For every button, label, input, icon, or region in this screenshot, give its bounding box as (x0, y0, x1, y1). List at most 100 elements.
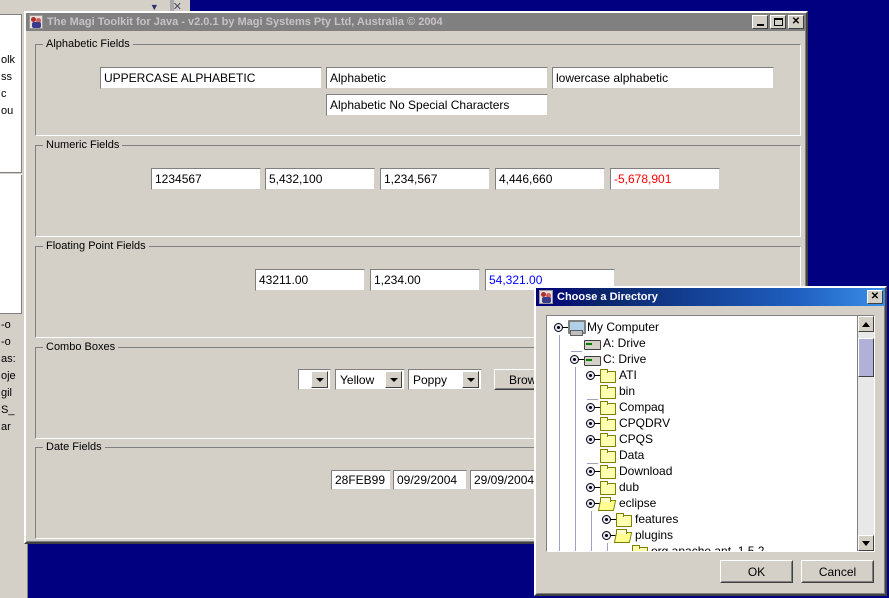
combo-flower-value: Poppy (413, 373, 462, 387)
tree-expand-handle-icon[interactable] (583, 479, 599, 495)
combo-flower[interactable]: Poppy (408, 369, 482, 390)
clipped-line: gil (1, 385, 22, 402)
group-numeric-fields: Numeric Fields 1234567 5,432,100 1,234,5… (35, 145, 801, 237)
numeric-grouped-field-2[interactable]: 1,234,567 (380, 168, 490, 190)
tree-node[interactable]: My Computer (551, 319, 663, 335)
tree-collapse-handle-icon[interactable] (599, 527, 615, 543)
tree-node[interactable]: Compaq (583, 399, 668, 415)
tree-node-label: bin (619, 384, 639, 398)
drive-icon (583, 336, 600, 350)
combo-empty[interactable] (298, 369, 331, 390)
background-window-lower: -o-oas:ojegilS_ar (0, 316, 22, 598)
numeric-grouped-field[interactable]: 5,432,100 (265, 168, 375, 190)
tree-node[interactable]: Data (583, 447, 648, 463)
tree-node-label: eclipse (619, 496, 660, 510)
tree-expand-handle-icon[interactable] (599, 511, 615, 527)
folder-open-icon (599, 496, 616, 510)
tree-node[interactable]: A: Drive (567, 335, 650, 351)
tree-node[interactable]: org.apache.ant_1.5.2 (615, 543, 768, 551)
tree-node-label: plugins (635, 528, 677, 542)
float-grouped-field[interactable]: 1,234.00 (370, 269, 480, 291)
group-label-numeric: Numeric Fields (43, 139, 122, 151)
dialog-titlebar[interactable]: Choose a Directory ✕ (536, 288, 885, 306)
tree-node[interactable]: bin (583, 383, 639, 399)
tree-node-label: dub (619, 480, 643, 494)
float-plain-field[interactable]: 43211.00 (255, 269, 365, 291)
clipped-line: S_ (1, 402, 22, 419)
tree-node[interactable]: features (599, 511, 682, 527)
tree-node-label: A: Drive (603, 336, 650, 350)
tree-node[interactable]: CPQS (583, 431, 657, 447)
alphabetic-field[interactable]: Alphabetic (326, 67, 548, 89)
tree-node[interactable]: dub (583, 479, 643, 495)
date-ddmmyyyy-field[interactable]: 29/09/2004 (470, 470, 544, 490)
tree-expand-handle-icon[interactable] (583, 463, 599, 479)
tree-node[interactable]: ATI (583, 367, 641, 383)
alphabetic-no-special-field[interactable]: Alphabetic No Special Characters (326, 94, 548, 116)
dialog-button-bar: OK Cancel (720, 560, 874, 583)
tree-node-label: ATI (619, 368, 641, 382)
group-label-floating: Floating Point Fields (43, 240, 149, 252)
tree-node[interactable]: Download (583, 463, 676, 479)
clipped-line: as: (1, 351, 22, 368)
group-label-combo: Combo Boxes (43, 341, 118, 353)
folder-icon (599, 416, 616, 430)
directory-tree[interactable]: My ComputerA: DriveC: DriveATIbinCompaqC… (547, 316, 857, 551)
clipped-line: c (1, 86, 22, 103)
numeric-grouped-field-3[interactable]: 4,446,660 (495, 168, 605, 190)
tree-vertical-scrollbar[interactable] (857, 316, 874, 551)
folder-icon (599, 464, 616, 478)
folder-icon (615, 512, 632, 526)
minimize-button[interactable] (752, 15, 768, 29)
tree-collapse-handle-icon[interactable] (583, 495, 599, 511)
lowercase-alphabetic-field[interactable]: lowercase alphabetic (552, 67, 774, 89)
tree-node-label: C: Drive (603, 352, 650, 366)
main-window-title: The Magi Toolkit for Java - v2.0.1 by Ma… (47, 16, 752, 28)
chevron-down-icon[interactable] (311, 371, 328, 388)
tree-node[interactable]: plugins (599, 527, 677, 543)
close-button[interactable]: ✕ (867, 290, 883, 304)
folder-icon (599, 448, 616, 462)
tree-node-label: CPQS (619, 432, 657, 446)
magi-app-icon (29, 15, 43, 29)
dialog-title: Choose a Directory (557, 291, 867, 303)
date-ddmmmyy-field[interactable]: 28FEB99 (331, 470, 391, 490)
tree-node-label: Compaq (619, 400, 668, 414)
date-mmddyyyy-field[interactable]: 09/29/2004 (393, 470, 467, 490)
scrollbar-track[interactable] (858, 332, 874, 535)
main-window-titlebar[interactable]: The Magi Toolkit for Java - v2.0.1 by Ma… (26, 13, 806, 31)
close-button[interactable]: ✕ (788, 15, 804, 29)
scroll-down-arrow[interactable] (858, 535, 874, 551)
cancel-button[interactable]: Cancel (801, 560, 874, 583)
ok-button[interactable]: OK (720, 560, 793, 583)
folder-icon (599, 400, 616, 414)
tree-expand-handle-icon[interactable] (583, 415, 599, 431)
combo-color-value: Yellow (340, 373, 385, 387)
uppercase-alphabetic-field[interactable]: UPPERCASE ALPHABETIC (100, 67, 322, 89)
maximize-button[interactable] (770, 15, 786, 29)
folder-icon (599, 384, 616, 398)
tree-expand-handle-icon[interactable] (583, 399, 599, 415)
clipped-line: -o (1, 334, 22, 351)
tree-connector-line (591, 511, 592, 551)
scrollbar-thumb[interactable] (858, 338, 874, 377)
tree-node[interactable]: C: Drive (567, 351, 650, 367)
folder-open-icon (615, 528, 632, 542)
chevron-down-icon[interactable] (385, 371, 402, 388)
tree-expand-handle-icon[interactable] (583, 431, 599, 447)
background-window-clipped-text: olk ss c ou (1, 52, 22, 120)
combo-color[interactable]: Yellow (335, 369, 405, 390)
chevron-down-icon[interactable]: ▼ (150, 2, 159, 12)
tree-collapse-handle-icon[interactable] (551, 319, 567, 335)
numeric-plain-field[interactable]: 1234567 (151, 168, 261, 190)
numeric-negative-field[interactable]: -5,678,901 (610, 168, 720, 190)
tree-expand-handle-icon[interactable] (583, 367, 599, 383)
chevron-down-icon[interactable] (462, 371, 479, 388)
background-window-divider (0, 172, 22, 175)
scroll-up-arrow[interactable] (858, 316, 874, 332)
tree-collapse-handle-icon[interactable] (567, 351, 583, 367)
folder-icon (631, 544, 648, 551)
tree-connector-line (559, 335, 560, 551)
tree-node[interactable]: CPQDRV (583, 415, 674, 431)
tree-node[interactable]: eclipse (583, 495, 660, 511)
